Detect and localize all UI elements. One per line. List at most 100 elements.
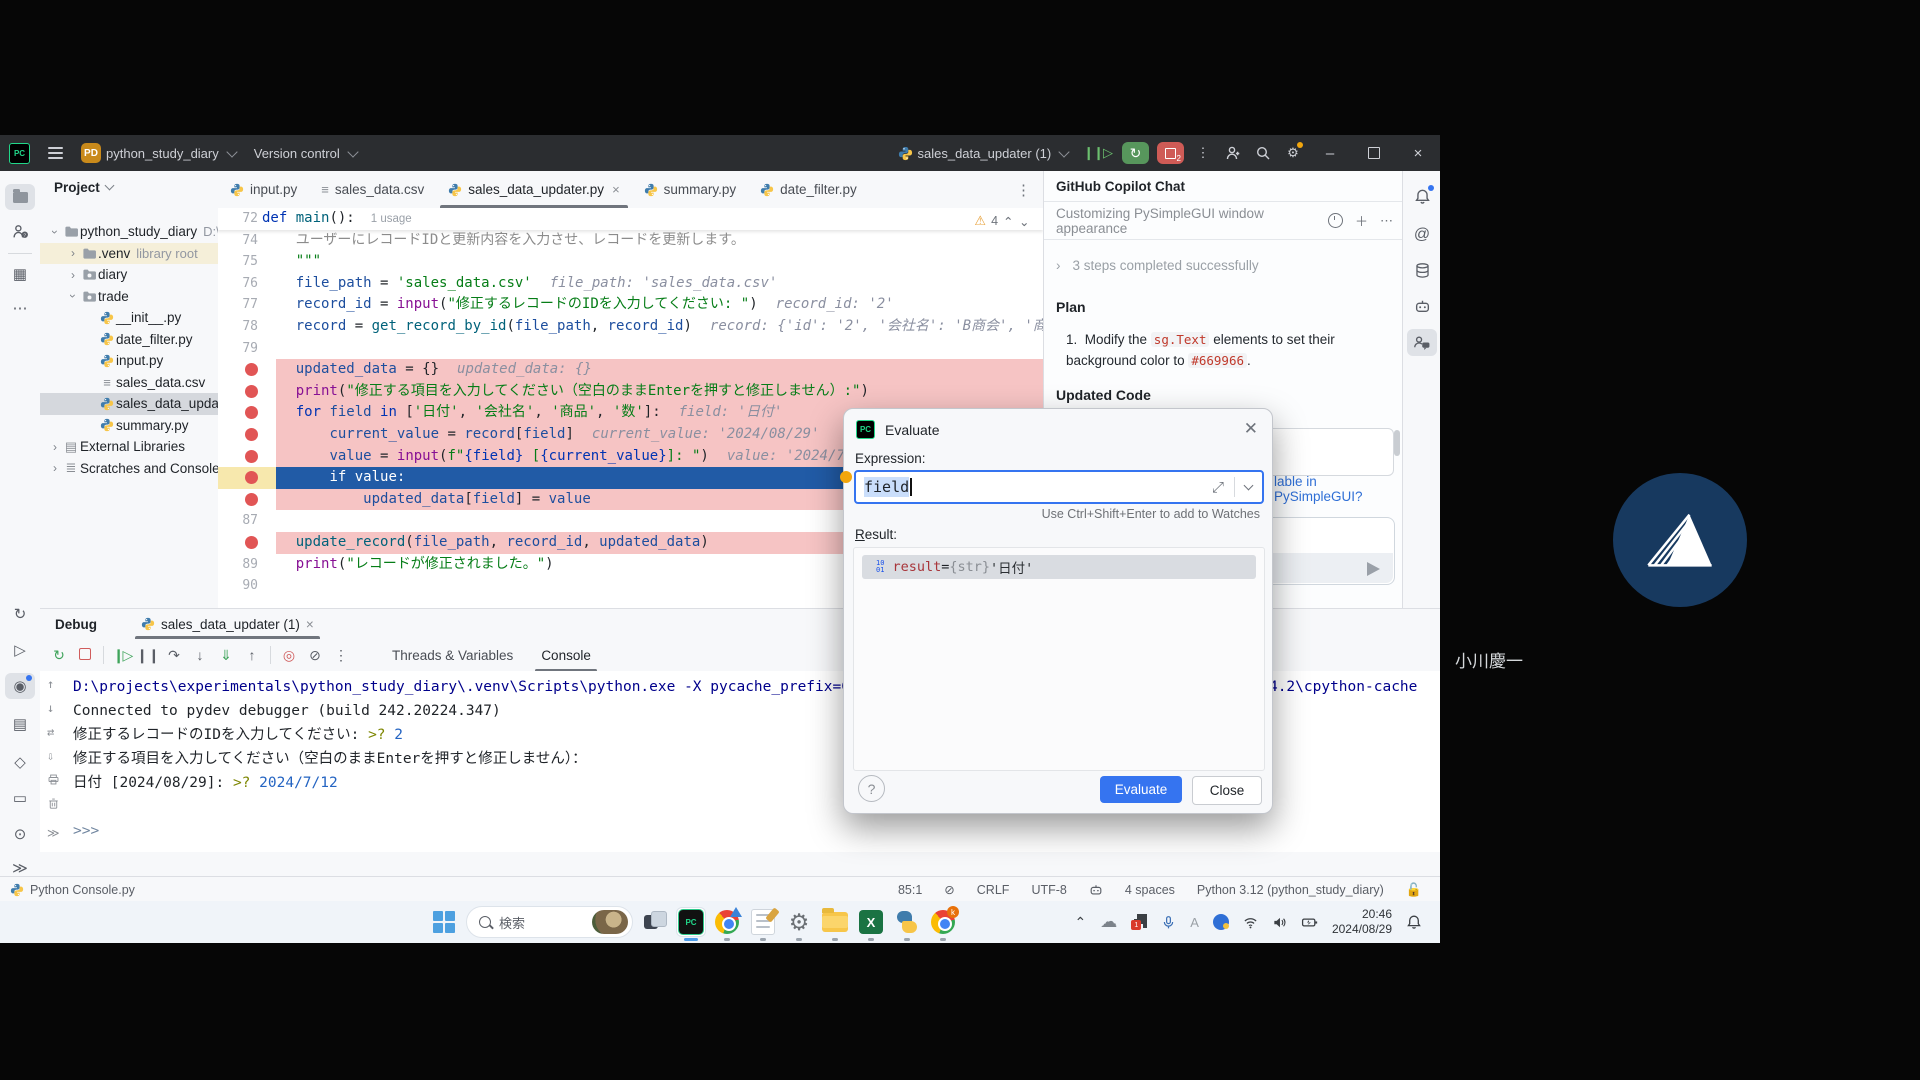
code-line[interactable]: 78 record = get_record_by_id(file_path, … — [218, 316, 1043, 338]
start-button[interactable] — [430, 908, 458, 936]
tree-item-sales_data_updater.py[interactable]: sales_data_updater.py — [40, 393, 218, 415]
breakpoint-icon[interactable] — [245, 536, 258, 549]
task-view-button[interactable] — [641, 908, 669, 936]
packages-toolwindow-button[interactable]: ◇ — [5, 749, 35, 775]
tree-item-trade[interactable]: ›trade — [40, 286, 218, 308]
scroll-to-end-icon[interactable]: ⇩ — [47, 749, 54, 763]
tree-chevron-icon[interactable]: › — [48, 440, 62, 454]
breakpoint-icon[interactable] — [245, 406, 258, 419]
battery-icon[interactable] — [1301, 914, 1318, 931]
history-icon[interactable] — [1328, 213, 1343, 228]
history-dropdown-icon[interactable] — [1244, 481, 1254, 491]
close-icon[interactable]: × — [612, 182, 620, 197]
more-actions-button[interactable]: ⋮ — [1188, 135, 1218, 171]
expression-input[interactable]: field ⤢ — [854, 470, 1264, 504]
mute-breakpoints-icon[interactable]: ⊘ — [944, 882, 954, 897]
pycharm-logo-icon[interactable]: PC — [0, 135, 39, 171]
commit-toolwindow-button[interactable]: ↻ — [5, 601, 35, 627]
tree-item-Scratches and Consoles[interactable]: ›≣Scratches and Consoles — [40, 458, 218, 480]
tab-options-button[interactable]: ⋮ — [1004, 171, 1043, 208]
taskbar-explorer[interactable] — [821, 908, 849, 936]
prev-problem-icon[interactable]: ⌃ — [1003, 214, 1013, 229]
volume-icon[interactable] — [1272, 915, 1287, 930]
search-everywhere-button[interactable] — [1248, 135, 1278, 171]
print-icon[interactable] — [47, 773, 60, 786]
main-menu-button[interactable] — [39, 135, 72, 171]
rerun-icon[interactable]: ↻ — [46, 647, 72, 664]
tree-item-input.py[interactable]: input.py — [40, 350, 218, 372]
breakpoint-icon[interactable] — [245, 385, 258, 398]
editor-tab-sales_data.csv[interactable]: ≡sales_data.csv — [309, 171, 436, 208]
tree-chevron-icon[interactable]: › — [66, 268, 80, 282]
view-breakpoints-icon[interactable]: ◎ — [276, 647, 302, 664]
database-button[interactable] — [1407, 257, 1437, 284]
problems-toolwindow-button[interactable]: ⊙ — [5, 821, 35, 847]
more-toolwindows-button[interactable]: ⋯ — [5, 295, 35, 321]
clear-console-icon[interactable] — [47, 797, 60, 810]
taskbar-pycharm[interactable]: PC — [677, 908, 705, 936]
tree-item-date_filter.py[interactable]: date_filter.py — [40, 329, 218, 351]
tree-chevron-icon[interactable]: › — [66, 246, 80, 260]
microphone-icon[interactable] — [1161, 915, 1176, 930]
tree-item-sales_data.csv[interactable]: ≡sales_data.csv — [40, 372, 218, 394]
notifications-button[interactable] — [1407, 183, 1437, 210]
code-line[interactable]: 76 file_path = 'sales_data.csv'file_path… — [218, 273, 1043, 295]
copilot-status-icon[interactable] — [1089, 883, 1103, 897]
tree-chevron-icon[interactable]: › — [66, 289, 80, 303]
run-toolwindow-button[interactable]: ▷ — [5, 637, 35, 663]
editor-tab-summary.py[interactable]: summary.py — [632, 171, 749, 208]
run-config-selector[interactable]: sales_data_updater (1) — [889, 135, 1078, 171]
breakpoint-icon[interactable] — [245, 428, 258, 441]
tree-chevron-icon[interactable]: › — [48, 461, 62, 475]
help-button[interactable]: ? — [858, 775, 885, 802]
tray-expand-icon[interactable]: ⌃ — [1075, 914, 1087, 931]
more-icon[interactable]: ⋮ — [328, 647, 354, 664]
close-icon[interactable]: × — [306, 617, 314, 632]
copilot-chat-button[interactable] — [1407, 329, 1437, 356]
tree-chevron-icon[interactable]: › — [48, 225, 62, 239]
taskbar-python[interactable] — [893, 908, 921, 936]
tray-app-badge-icon[interactable]: 1 — [1131, 914, 1147, 930]
mute-breakpoints-icon[interactable]: ⊘ — [302, 647, 328, 664]
code-line[interactable]: 79 — [218, 338, 1043, 360]
debug-session-tab[interactable]: sales_data_updater (1) × — [135, 609, 320, 639]
more-icon[interactable]: ⋯ — [1380, 213, 1393, 229]
project-widget[interactable]: PD python_study_diary — [72, 135, 245, 171]
next-problem-icon[interactable]: ⌃ — [1019, 214, 1029, 229]
tab-console[interactable]: Console — [527, 639, 605, 671]
code-line[interactable]: 74 ユーザーにレコードIDと更新内容を入力させ、レコードを更新します。 — [218, 230, 1043, 252]
interpreter[interactable]: Python 3.12 (python_study_diary) — [1197, 883, 1384, 897]
force-step-into-icon[interactable]: ⇓ — [213, 647, 239, 664]
taskbar-excel[interactable]: X — [857, 908, 885, 936]
vcs-widget[interactable]: Version control — [245, 135, 366, 171]
step-out-icon[interactable]: ↑ — [239, 647, 265, 663]
ime-indicator[interactable]: A — [1190, 915, 1199, 930]
lock-icon[interactable]: 🔓 — [1406, 882, 1422, 898]
editor-tab-sales_data_updater.py[interactable]: sales_data_updater.py× — [436, 171, 631, 208]
file-encoding[interactable]: UTF-8 — [1031, 883, 1066, 897]
code-line[interactable]: 75 """ — [218, 251, 1043, 273]
terminal-toolwindow-button[interactable]: ▭ — [5, 785, 35, 811]
copilot-scrollbar[interactable] — [1394, 430, 1400, 456]
tree-item-summary.py[interactable]: summary.py — [40, 415, 218, 437]
soft-wrap-icon[interactable]: ⇄ — [47, 725, 54, 739]
wifi-icon[interactable] — [1243, 915, 1258, 930]
pull-requests-button[interactable] — [5, 218, 35, 244]
breakpoint-icon[interactable] — [245, 363, 258, 376]
taskbar-notepad[interactable] — [749, 908, 777, 936]
pause-icon[interactable]: ❙❙ — [135, 647, 161, 664]
editor-tab-input.py[interactable]: input.py — [218, 171, 309, 208]
inspections-widget[interactable]: ⚠ 4 ⌃ ⌃ — [974, 213, 1029, 229]
scroll-down-icon[interactable]: ↓ — [47, 701, 54, 715]
new-chat-icon[interactable]: ＋ — [1355, 211, 1368, 230]
tree-item-diary[interactable]: ›diary — [40, 264, 218, 286]
minimize-button[interactable]: – — [1308, 135, 1352, 171]
resume-icon[interactable]: ❙▷ — [109, 647, 135, 664]
step-over-icon[interactable]: ↷ — [161, 647, 187, 664]
maximize-button[interactable] — [1352, 135, 1396, 171]
usages-hint[interactable]: 1 usage — [371, 213, 412, 225]
onedrive-cloud-icon[interactable]: ☁ — [1100, 912, 1117, 932]
tree-item-.venv[interactable]: ›.venvlibrary root — [40, 243, 218, 265]
debug-toolwindow-button[interactable]: ◉ — [5, 673, 35, 699]
code-line[interactable]: 72def main():1 usage — [218, 208, 1043, 230]
